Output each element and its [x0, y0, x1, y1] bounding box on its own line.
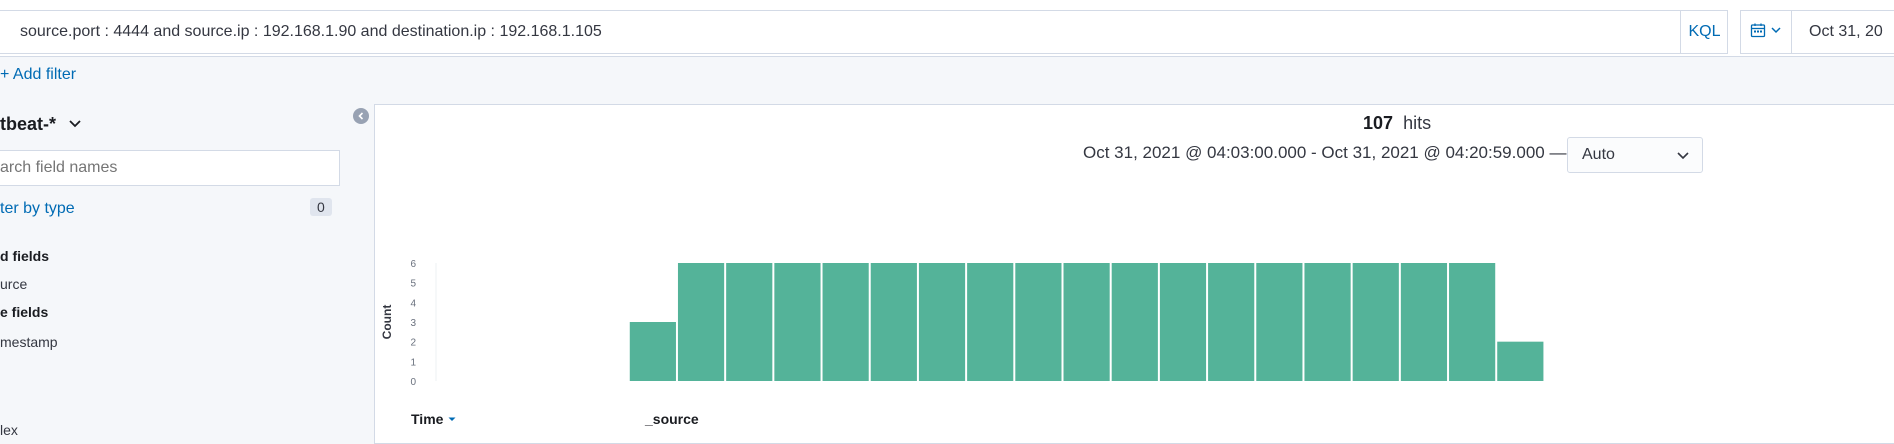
y-tick-label: 3 — [410, 318, 416, 329]
top-bar: source.port : 4444 and source.ip : 192.1… — [0, 0, 1894, 57]
column-header-time[interactable]: Time — [411, 411, 457, 427]
selected-fields-title: d fields — [0, 248, 50, 264]
results-panel: 107 hits Oct 31, 2021 @ 04:03:00.000 - O… — [374, 104, 1894, 444]
field-item[interactable]: urce — [0, 276, 27, 292]
field-item[interactable]: mestamp — [0, 334, 58, 350]
sort-desc-icon[interactable] — [447, 411, 457, 427]
chevron-down-icon — [1676, 148, 1690, 167]
histogram-bar — [967, 263, 1014, 381]
chevron-down-icon — [1770, 23, 1782, 41]
x-tick-label: 04:10:00 — [1091, 396, 1130, 397]
field-sidebar: tbeat-* ter by type 0 d fields urce e fi… — [0, 104, 372, 439]
filter-count-badge: 0 — [310, 198, 332, 216]
x-tick-label: 04:05:00 — [609, 396, 648, 397]
histogram-bar — [1449, 263, 1496, 381]
histogram-chart: 0 1 2 3 4 5 6 Count 04:03:00 04:04:00 04:05:00 04:0… — [380, 259, 1709, 397]
kql-toggle-button[interactable]: KQL — [1680, 10, 1728, 54]
histogram-bar — [629, 322, 676, 381]
x-tick-label: 04:03:00 — [417, 396, 456, 397]
histogram-bar — [774, 263, 821, 381]
field-search-input[interactable] — [0, 150, 340, 186]
x-tick-label: 04:11:00 — [1188, 396, 1227, 397]
time-range-label: Oct 31, 2021 @ 04:03:00.000 - Oct 31, 20… — [1083, 143, 1567, 162]
field-search-input-box[interactable] — [0, 151, 339, 185]
histogram-bar — [1159, 263, 1207, 381]
histogram-bar — [726, 263, 773, 381]
y-axis-label: Count — [380, 305, 394, 340]
column-time-label: Time — [411, 411, 444, 427]
x-tick-label: 04:16:00 — [1670, 396, 1709, 397]
field-item[interactable]: lex — [0, 422, 18, 438]
histogram-bar — [1208, 263, 1255, 381]
query-text[interactable]: source.port : 4444 and source.ip : 192.1… — [20, 23, 602, 41]
histogram-bar — [1304, 263, 1351, 381]
histogram-bar — [677, 263, 725, 381]
y-tick-label: 2 — [410, 338, 416, 349]
index-pattern-selector[interactable]: tbeat-* — [0, 114, 82, 135]
available-fields-title: e fields — [0, 304, 49, 320]
histogram-bar — [822, 263, 869, 381]
x-tick-label: 04:15:00 — [1573, 396, 1612, 397]
x-tick-label: 04:07:00 — [802, 396, 841, 397]
histogram-bar — [918, 263, 966, 381]
y-tick-label: 5 — [410, 279, 416, 290]
filter-by-type-button[interactable]: ter by type — [0, 200, 75, 218]
x-tick-label: 04:12:00 — [1284, 396, 1323, 397]
y-tick-label: 1 — [410, 357, 416, 368]
query-input[interactable]: source.port : 4444 and source.ip : 192.1… — [0, 10, 1728, 54]
hits-count: 107 hits — [1363, 113, 1431, 134]
histogram-bar — [1015, 263, 1062, 381]
date-picker[interactable]: Oct 31, 20 — [1740, 10, 1894, 54]
start-date[interactable]: Oct 31, 20 — [1809, 23, 1883, 41]
quick-menu-button[interactable] — [1741, 11, 1792, 53]
histogram-bar — [1063, 263, 1110, 381]
hits-label: hits — [1403, 113, 1432, 133]
x-tick-label: 04:09:00 — [995, 396, 1034, 397]
collapse-sidebar-icon[interactable] — [353, 108, 369, 124]
y-tick-label: 6 — [410, 259, 416, 270]
column-header-source: _source — [645, 411, 699, 427]
x-tick-label: 04:14:00 — [1477, 396, 1516, 397]
histogram-bar — [1400, 263, 1448, 381]
add-filter-button[interactable]: + Add filter — [0, 66, 76, 84]
histogram-bar — [1256, 263, 1303, 381]
x-tick-label: 04:06:00 — [706, 396, 745, 397]
chevron-down-icon — [68, 114, 82, 135]
x-tick-label: 04:04:00 — [513, 396, 552, 397]
index-pattern-label: tbeat-* — [0, 114, 57, 134]
interval-value: Auto — [1582, 146, 1615, 163]
hits-number: 107 — [1363, 113, 1394, 133]
x-tick-label: 04:08:00 — [898, 396, 937, 397]
y-tick-label: 4 — [410, 298, 416, 309]
histogram-bar — [1352, 263, 1399, 381]
x-tick-label: 04:13:00 — [1380, 396, 1419, 397]
calendar-icon — [1750, 22, 1766, 43]
interval-select[interactable]: Auto — [1567, 137, 1703, 173]
y-tick-label: 0 — [410, 377, 416, 388]
histogram-bar — [870, 263, 917, 381]
histogram-bar — [1497, 341, 1544, 381]
histogram-bar — [1111, 263, 1158, 381]
